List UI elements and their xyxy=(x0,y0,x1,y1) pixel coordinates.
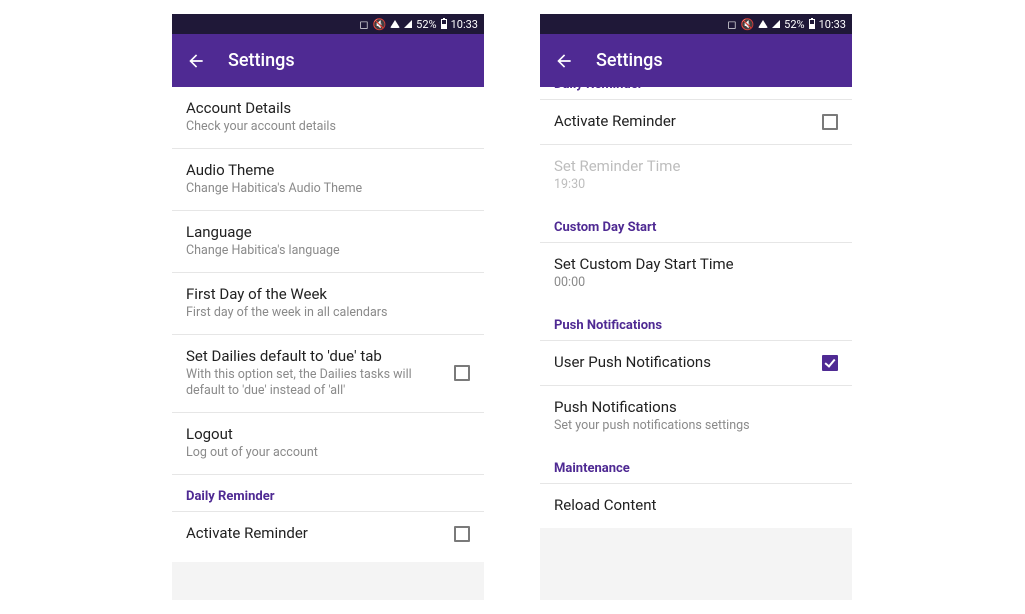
item-title: Set Reminder Time xyxy=(554,157,838,175)
item-subtitle: Log out of your account xyxy=(186,445,470,462)
status-bar: ◻ 🔇 52% 10:33 xyxy=(172,14,484,34)
item-reload-content[interactable]: Reload Content xyxy=(540,483,852,528)
item-subtitle: 19:30 xyxy=(554,177,838,194)
clock: 10:33 xyxy=(451,18,478,31)
app-bar: Settings xyxy=(540,34,852,87)
battery-percent: 52% xyxy=(416,18,436,31)
item-subtitle: First day of the week in all calendars xyxy=(186,305,470,322)
item-logout[interactable]: Logout Log out of your account xyxy=(172,413,484,475)
mute-icon: 🔇 xyxy=(740,18,754,31)
page-title: Settings xyxy=(596,50,663,71)
wifi-icon xyxy=(390,20,400,28)
page-title: Settings xyxy=(228,50,295,71)
checkbox-dailies[interactable] xyxy=(454,365,470,381)
status-bar: ◻ 🔇 52% 10:33 xyxy=(540,14,852,34)
item-first-day[interactable]: First Day of the Week First day of the w… xyxy=(172,273,484,335)
arrow-back-icon xyxy=(554,51,574,71)
battery-icon xyxy=(809,19,815,29)
item-language[interactable]: Language Change Habitica's language xyxy=(172,211,484,273)
item-title: Logout xyxy=(186,425,470,443)
item-subtitle: Check your account details xyxy=(186,119,470,136)
section-daily-reminder-cut: Daily Reminder xyxy=(540,87,852,100)
item-set-reminder-time: Set Reminder Time 19:30 xyxy=(540,145,852,206)
notification-icon: ◻ xyxy=(359,18,368,31)
notification-icon: ◻ xyxy=(727,18,736,31)
item-subtitle: 00:00 xyxy=(554,275,838,292)
settings-list[interactable]: Account Details Check your account detai… xyxy=(172,87,484,600)
item-account-details[interactable]: Account Details Check your account detai… xyxy=(172,87,484,149)
item-title: First Day of the Week xyxy=(186,285,470,303)
item-activate-reminder[interactable]: Activate Reminder xyxy=(172,511,484,562)
right-screen: ◻ 🔇 52% 10:33 Settings Daily Reminder Ac… xyxy=(540,14,852,600)
item-subtitle: Change Habitica's Audio Theme xyxy=(186,181,470,198)
signal-icon xyxy=(772,20,780,28)
item-custom-day-start[interactable]: Set Custom Day Start Time 00:00 xyxy=(540,242,852,304)
checkbox-activate-reminder[interactable] xyxy=(454,526,470,542)
item-title: Audio Theme xyxy=(186,161,470,179)
item-push-settings[interactable]: Push Notifications Set your push notific… xyxy=(540,386,852,447)
item-title: Set Custom Day Start Time xyxy=(554,255,838,273)
item-title: Set Dailies default to 'due' tab xyxy=(186,347,442,365)
item-subtitle: Change Habitica's language xyxy=(186,243,470,260)
signal-icon xyxy=(404,20,412,28)
item-title: User Push Notifications xyxy=(554,353,810,371)
checkbox-user-push[interactable] xyxy=(822,355,838,371)
item-subtitle: Set your push notifications settings xyxy=(554,418,838,435)
mute-icon: 🔇 xyxy=(372,18,386,31)
item-title: Activate Reminder xyxy=(554,112,810,130)
checkbox-activate-reminder[interactable] xyxy=(822,114,838,130)
battery-icon xyxy=(441,19,447,29)
item-subtitle: With this option set, the Dailies tasks … xyxy=(186,367,442,401)
item-activate-reminder[interactable]: Activate Reminder xyxy=(540,100,852,145)
item-title: Reload Content xyxy=(554,496,838,514)
arrow-back-icon xyxy=(186,51,206,71)
item-title: Language xyxy=(186,223,470,241)
app-bar: Settings xyxy=(172,34,484,87)
clock: 10:33 xyxy=(819,18,846,31)
section-custom-day-start: Custom Day Start xyxy=(540,206,852,242)
back-button[interactable] xyxy=(186,51,206,71)
item-title: Activate Reminder xyxy=(186,524,442,542)
left-screen: ◻ 🔇 52% 10:33 Settings Account Details C… xyxy=(172,14,484,600)
item-title: Account Details xyxy=(186,99,470,117)
item-user-push[interactable]: User Push Notifications xyxy=(540,340,852,386)
section-daily-reminder: Daily Reminder xyxy=(172,475,484,511)
battery-percent: 52% xyxy=(784,18,804,31)
item-dailies-default[interactable]: Set Dailies default to 'due' tab With th… xyxy=(172,335,484,414)
settings-list[interactable]: Daily Reminder Activate Reminder Set Rem… xyxy=(540,87,852,600)
item-title: Push Notifications xyxy=(554,398,838,416)
wifi-icon xyxy=(758,20,768,28)
item-audio-theme[interactable]: Audio Theme Change Habitica's Audio Them… xyxy=(172,149,484,211)
section-maintenance: Maintenance xyxy=(540,447,852,483)
back-button[interactable] xyxy=(554,51,574,71)
section-push-notifications: Push Notifications xyxy=(540,304,852,340)
